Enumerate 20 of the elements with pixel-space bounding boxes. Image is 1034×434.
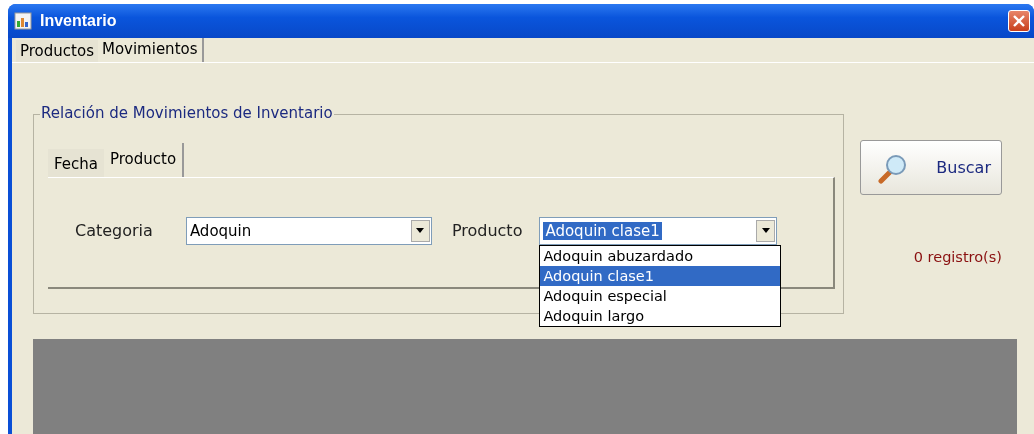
field-label: Producto (451, 220, 523, 242)
search-button[interactable]: Buscar (860, 140, 1002, 195)
dropdown-field[interactable]: Adoquin clase1 (539, 217, 778, 245)
close-icon (1012, 14, 1026, 28)
dropdown-option[interactable]: Adoquin clase1 (540, 266, 781, 286)
tab[interactable]: Productos (16, 40, 98, 62)
dropdown-field[interactable]: Adoquin (185, 217, 432, 245)
dropdown-option[interactable]: Adoquin abuzardado (540, 246, 781, 266)
dropdown-option[interactable]: Adoquin largo (540, 306, 781, 326)
caret-icon (760, 228, 771, 234)
dropdown-option[interactable]: Adoquin especial (540, 286, 781, 306)
dropdown-arrow-button[interactable] (756, 220, 776, 242)
caret-icon (415, 228, 426, 234)
record-count: 0 registro(s) (913, 249, 1002, 265)
window-title: Inventario (40, 12, 118, 30)
tab[interactable]: Fecha (48, 149, 104, 177)
app-icon (14, 12, 32, 30)
dropdown-arrow-button[interactable] (410, 220, 430, 242)
close-button[interactable] (1008, 10, 1030, 32)
field-label: Categoria (75, 220, 153, 242)
